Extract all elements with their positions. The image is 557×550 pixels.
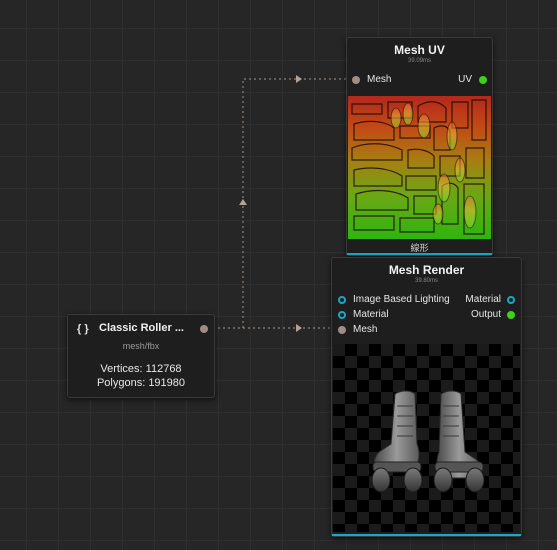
wire-arrow-icon (296, 75, 302, 83)
braces-icon: { } (77, 323, 89, 335)
mesh-input-label: Mesh (367, 74, 392, 85)
material-input-label: Material (353, 309, 389, 320)
vertex-count: Vertices: 112768 (100, 363, 182, 375)
image-based-lighting-input-label: Image Based Lighting (353, 294, 450, 305)
mesh-input-label: Mesh (353, 324, 378, 335)
uv-output-label: UV (458, 74, 472, 85)
output-socket[interactable] (507, 311, 515, 319)
mesh-input-socket[interactable] (338, 326, 346, 334)
material-output-label: Material (465, 294, 501, 305)
polygon-count: Polygons: 191980 (96, 377, 186, 389)
uv-preview-image (348, 96, 491, 239)
node-accent-bar (347, 253, 492, 255)
mesh-input-socket[interactable] (352, 76, 360, 84)
node-title: Mesh UV (394, 43, 445, 57)
output-label: Output (470, 309, 501, 320)
asset-type-label: mesh/fbx (122, 341, 160, 351)
image-based-lighting-input-socket[interactable] (338, 296, 346, 304)
uv-islands-graphic (351, 99, 487, 235)
mesh-uv-node[interactable]: Mesh UV 39.09ms Mesh UV 線形 (346, 37, 493, 256)
node-timing: 39.80ms (414, 278, 438, 284)
wire-arrow-icon (296, 324, 302, 332)
node-timing: 39.09ms (407, 58, 431, 64)
classic-roller-source-node[interactable]: { } Classic Roller ... mesh/fbx Vertices… (67, 314, 215, 398)
roller-skates-graphic (371, 390, 485, 493)
node-accent-bar (332, 534, 521, 536)
mesh-render-node[interactable]: Mesh Render 39.80ms Image Based Lighting… (331, 257, 522, 537)
node-title: Classic Roller ... (99, 322, 184, 334)
material-output-socket[interactable] (507, 296, 515, 304)
wire-arrow-icon (239, 199, 247, 205)
uv-output-socket[interactable] (479, 76, 487, 84)
node-title: Mesh Render (388, 263, 465, 277)
mesh-output-socket[interactable] (200, 325, 208, 333)
render-preview-image (333, 344, 520, 532)
material-input-socket[interactable] (338, 311, 346, 319)
